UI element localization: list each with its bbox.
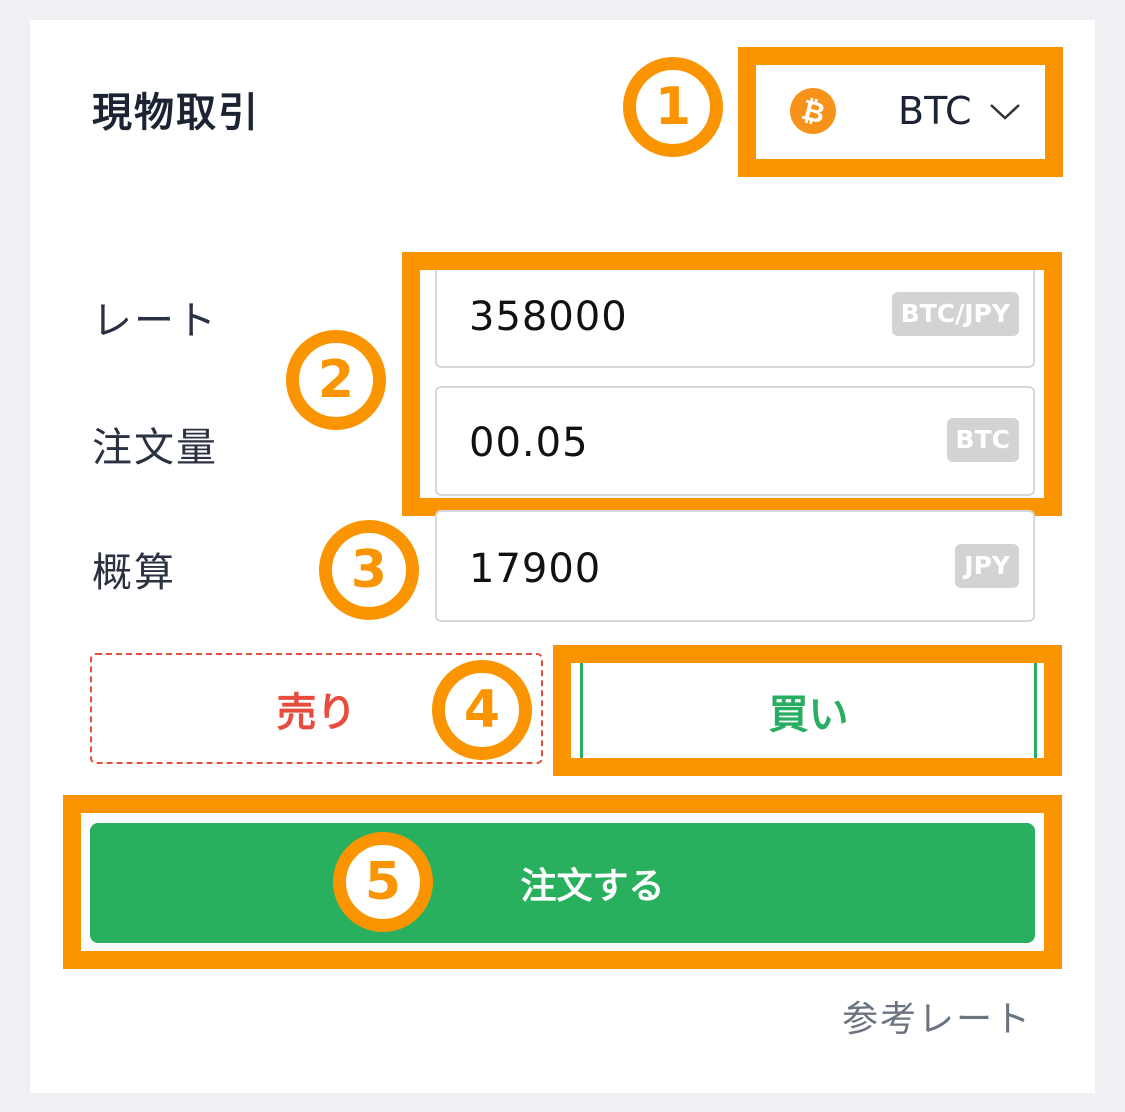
- rate-label: レート: [92, 298, 218, 344]
- annotation-circle-3: 3: [319, 520, 419, 620]
- estimate-field: 17900 JPY: [435, 510, 1035, 622]
- reference-rate-link[interactable]: 参考レート: [842, 990, 1032, 1042]
- annotation-circle-4: 4: [432, 660, 532, 760]
- estimate-unit-badge: JPY: [955, 544, 1019, 588]
- amount-label: 注文量: [92, 425, 218, 471]
- estimate-value: 17900: [469, 546, 602, 592]
- annotation-box-2: [402, 252, 1062, 516]
- annotation-circle-2: 2: [286, 330, 386, 430]
- page-title: 現物取引: [92, 90, 260, 136]
- annotation-circle-1: 1: [623, 57, 723, 157]
- annotation-box-5: [63, 795, 1062, 969]
- annotation-circle-5: 5: [333, 832, 433, 932]
- annotation-box-1: [738, 47, 1063, 177]
- annotation-box-4: [553, 645, 1062, 776]
- estimate-label: 概算: [92, 550, 176, 596]
- sell-label: 売り: [276, 689, 357, 736]
